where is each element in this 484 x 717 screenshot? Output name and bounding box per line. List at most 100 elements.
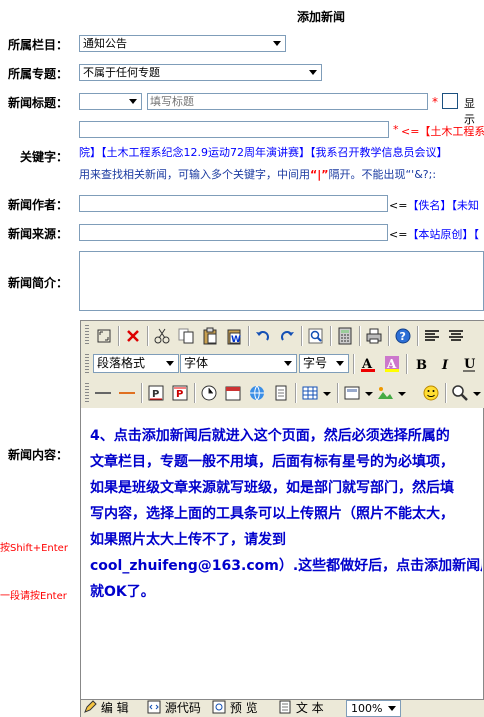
title-type-select[interactable]: [79, 93, 142, 110]
editor-line: cool_zhuifeng@163.com）.这些都做好后，点击添加新闻后: [90, 558, 482, 574]
source-mode-label: 源代码: [164, 701, 201, 715]
font-size-select[interactable]: 字号: [299, 354, 349, 373]
source-mode-button[interactable]: 源代码: [147, 700, 201, 717]
form-icon[interactable]: [342, 383, 362, 403]
keywords-help-text: 用来查找相关新闻，可输入多个关键字，中间用: [79, 168, 310, 181]
author-suggest-2[interactable]: 【未知: [451, 199, 479, 212]
font-select[interactable]: 字体: [180, 354, 297, 373]
editor-content-area[interactable]: 4、点击添加新闻后就进入这个页面，然后必须选择所属的 文章栏目，专题一般不用填，…: [90, 423, 482, 693]
editor-line: 写内容，选择上面的工具条可以上传照片（照片不能太大，: [90, 506, 454, 522]
news-title-label: 新闻标题：: [8, 96, 69, 110]
preview-icon: [212, 700, 226, 714]
edit-mode-label: 编 辑: [100, 701, 129, 715]
zoom-dropdown-icon[interactable]: [471, 383, 483, 403]
paragraph-format-select[interactable]: 段落格式: [93, 354, 179, 373]
content-label: 新闻内容：: [8, 448, 69, 462]
keywords-input[interactable]: [79, 121, 389, 138]
keywords-suggest-row1[interactable]: <=【土木工程系: [401, 123, 484, 139]
paste-word-icon[interactable]: W: [224, 326, 244, 346]
editor-line: 就OK了。: [90, 584, 155, 600]
delete-icon[interactable]: [123, 326, 143, 346]
zoom-icon[interactable]: [450, 383, 470, 403]
keywords-sep-symbol: “|”: [310, 168, 329, 181]
page-title: 添加新闻: [297, 10, 346, 24]
topic-select[interactable]: 不属于任何专题: [79, 64, 322, 81]
edit-mode-button[interactable]: 编 辑: [83, 700, 129, 717]
div-icon[interactable]: P: [170, 383, 190, 403]
background-color-icon[interactable]: A: [382, 354, 402, 374]
svg-text:A: A: [386, 357, 397, 371]
emoticon-icon[interactable]: [421, 383, 441, 403]
font-value: 字体: [184, 356, 209, 370]
editor-line: 4、点击添加新闻后就进入这个页面，然后必须选择所属的: [90, 428, 450, 444]
shift-enter-hint: 按Shift+Enter: [0, 543, 68, 554]
help-icon[interactable]: ?: [393, 326, 413, 346]
font-color-icon[interactable]: A: [358, 354, 378, 374]
web-icon[interactable]: [247, 383, 267, 403]
toolbar-grip: [85, 354, 89, 374]
source-label: 新闻来源：: [8, 227, 69, 241]
editor-line: 文章栏目，专题一般不用填，后面有标有星号的为必填项，: [90, 454, 454, 470]
summary-textarea[interactable]: [79, 251, 484, 311]
svg-text:W: W: [231, 335, 241, 345]
underline-icon[interactable]: U: [459, 354, 479, 374]
summary-label: 新闻简介：: [8, 276, 69, 290]
calendar-icon[interactable]: [223, 383, 243, 403]
toolbar-grip: [85, 325, 89, 345]
paste-icon[interactable]: [200, 326, 220, 346]
topic-label: 所属专题：: [8, 67, 69, 81]
print-icon[interactable]: [364, 326, 384, 346]
align-center-icon[interactable]: [446, 326, 466, 346]
editor-toolbar: W ? 段落格式 字体 字号 A A B I U P P: [81, 321, 484, 408]
table-dropdown-icon[interactable]: [321, 383, 333, 403]
calculator-icon[interactable]: [335, 326, 355, 346]
redo-icon[interactable]: [277, 326, 297, 346]
cut-icon[interactable]: [152, 326, 172, 346]
zoom-value: 100%: [351, 702, 383, 715]
text-mode-button[interactable]: 文 本: [278, 700, 324, 717]
image-icon[interactable]: [375, 383, 395, 403]
author-label: 新闻作者：: [8, 198, 69, 212]
zoom-select[interactable]: 100%: [346, 700, 401, 717]
svg-text:I: I: [441, 358, 449, 373]
form-dropdown-icon[interactable]: [363, 383, 375, 403]
special-rule-icon[interactable]: [117, 383, 137, 403]
fullscreen-icon[interactable]: [94, 326, 114, 346]
preview-mode-button[interactable]: 预 览: [212, 700, 258, 717]
document-icon[interactable]: [271, 383, 291, 403]
chevron-down-icon: [129, 99, 137, 104]
copy-icon[interactable]: [176, 326, 196, 346]
title-input[interactable]: [147, 93, 428, 110]
svg-text:U: U: [464, 357, 476, 372]
source-input[interactable]: [79, 224, 388, 241]
undo-icon[interactable]: [253, 326, 273, 346]
horizontal-rule-icon[interactable]: [93, 383, 113, 403]
category-select[interactable]: 通知公告: [79, 35, 286, 52]
chevron-down-icon: [388, 706, 396, 711]
bold-icon[interactable]: B: [411, 354, 431, 374]
category-value: 通知公告: [83, 37, 127, 50]
image-dropdown-icon[interactable]: [396, 383, 408, 403]
source-suggest-2[interactable]: 【: [473, 228, 479, 241]
keywords-help: 用来查找相关新闻，可输入多个关键字，中间用“|”隔开。不能出现“'&?;:: [79, 166, 436, 182]
align-left-icon[interactable]: [422, 326, 442, 346]
show-checkbox[interactable]: [442, 93, 458, 109]
pencil-icon: [84, 700, 97, 713]
toolbar-grip: [85, 383, 89, 403]
source-suggestions: <=【本站原创】【: [389, 226, 479, 242]
author-input[interactable]: [79, 195, 388, 212]
table-icon[interactable]: [300, 383, 320, 403]
keywords-help-end: 隔开。不能出现“'&?;:: [328, 168, 437, 181]
paragraph-icon[interactable]: P: [146, 383, 166, 403]
italic-icon[interactable]: I: [435, 354, 455, 374]
keywords-suggest-row2[interactable]: 院】【土木工程系纪念12.9运动72周年演讲赛】【我系召开教学信息员会议】: [79, 144, 448, 160]
author-suggest-1[interactable]: 【佚名】: [407, 199, 451, 212]
source-suggest-1[interactable]: 【本站原创】: [407, 228, 473, 241]
text-doc-icon: [279, 700, 291, 714]
font-size-value: 字号: [303, 356, 328, 370]
topic-value: 不属于任何专题: [83, 66, 160, 79]
author-suggest-arrow: <=: [389, 199, 408, 212]
clock-icon[interactable]: [199, 383, 219, 403]
find-icon[interactable]: [306, 326, 326, 346]
svg-text:?: ?: [400, 330, 406, 343]
